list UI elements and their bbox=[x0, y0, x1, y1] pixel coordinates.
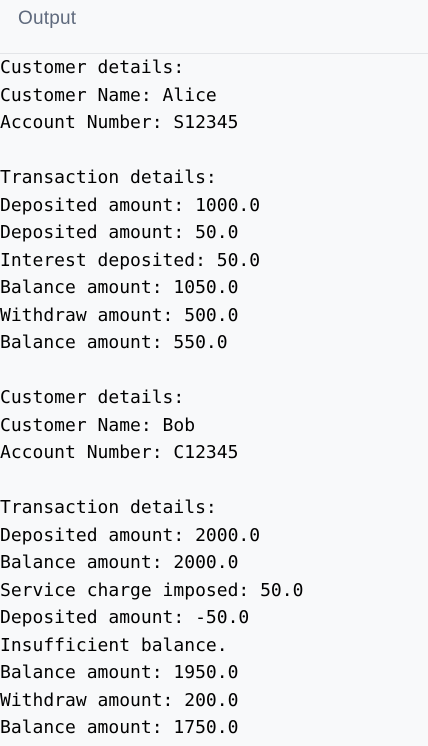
output-line: Deposited amount: 50.0 bbox=[0, 222, 239, 243]
output-line: Deposited amount: -50.0 bbox=[0, 607, 250, 628]
output-title: Output bbox=[18, 7, 77, 29]
output-line-blank bbox=[0, 467, 428, 495]
output-line: Service charge imposed: 50.0 bbox=[0, 579, 304, 601]
console-output: Customer details: Customer Name: Alice A… bbox=[0, 54, 428, 742]
output-line: Transaction details: bbox=[0, 497, 217, 518]
output-header: Output bbox=[0, 0, 428, 54]
output-line: Interest deposited: 50.0 bbox=[0, 249, 261, 271]
output-line: Account Number: S12345 bbox=[0, 112, 239, 133]
output-line: Withdraw amount: 200.0 bbox=[0, 689, 239, 711]
output-panel: Output Customer details: Customer Name: … bbox=[0, 0, 428, 746]
output-line: Balance amount: 1750.0 bbox=[0, 717, 239, 738]
output-line: Customer details: bbox=[0, 387, 185, 408]
output-line: Balance amount: 1050.0 bbox=[0, 277, 239, 298]
output-line: Balance amount: 2000.0 bbox=[0, 552, 239, 573]
output-line: Balance amount: 550.0 bbox=[0, 332, 228, 353]
output-line: Account Number: C12345 bbox=[0, 442, 239, 463]
output-line: Customer Name: Bob bbox=[0, 414, 196, 436]
output-line: Insufficient balance. bbox=[0, 634, 228, 656]
output-line: Deposited amount: 2000.0 bbox=[0, 524, 261, 546]
output-line: Customer details: bbox=[0, 57, 185, 78]
output-line: Transaction details: bbox=[0, 167, 217, 188]
output-line: Deposited amount: 1000.0 bbox=[0, 194, 261, 216]
output-line-blank bbox=[0, 357, 428, 385]
output-line-blank bbox=[0, 137, 428, 165]
output-line: Withdraw amount: 500.0 bbox=[0, 304, 239, 326]
output-line: Customer Name: Alice bbox=[0, 84, 217, 106]
output-line: Balance amount: 1950.0 bbox=[0, 662, 239, 683]
